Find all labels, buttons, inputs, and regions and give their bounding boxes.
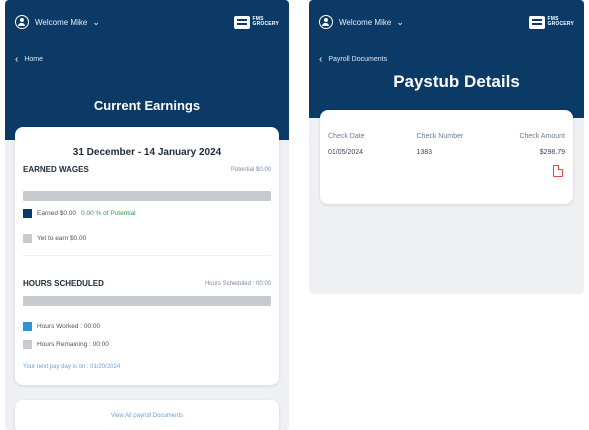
section-divider [23,255,271,256]
legend-earned: Earned $0.00 0.00 % of Potential [23,209,136,218]
column-check-number: Check Number [416,133,464,140]
hours-worked-label: Hours Worked : 00:00 [37,323,101,330]
next-pay-day-text: Your next pay day is on : 01/20/2024 [23,364,121,370]
store-icon [528,15,545,29]
top-bar: Welcome Mike ⌄ FMS GROCERY [319,10,574,34]
check-number-value: 1383 [416,149,433,156]
current-earnings-screen: Welcome Mike ⌄ FMS GROCERY ‹ Home Curren… [5,0,289,430]
welcome-text[interactable]: Welcome Mike [339,18,391,27]
chevron-left-icon[interactable]: ‹ [319,54,322,65]
paystub-card: Check Date Check Number Check Amount 01/… [320,110,573,204]
app-header: Welcome Mike ⌄ FMS GROCERY ‹ Payroll Doc… [309,0,584,118]
column-check-amount: Check Amount [519,133,565,140]
logo-text: FMS GROCERY [253,17,280,27]
app-header: Welcome Mike ⌄ FMS GROCERY ‹ Home Curren… [5,0,289,140]
pdf-file-icon[interactable] [553,165,563,177]
store-icon [233,15,250,29]
yet-to-earn-swatch [23,234,32,243]
legend-hours-remaining: Hours Remaining : 00:00 [23,340,109,349]
page-title: Current Earnings [93,98,201,113]
top-bar: Welcome Mike ⌄ FMS GROCERY [15,10,279,34]
hours-scheduled-title: HOURS SCHEDULED [23,279,104,288]
paystub-details-screen: Welcome Mike ⌄ FMS GROCERY ‹ Payroll Doc… [309,0,584,294]
back-label[interactable]: Payroll Documents [328,56,387,63]
earned-wages-header: EARNED WAGES Potential $0.00 [23,165,271,174]
view-all-payroll-documents-link[interactable]: View All payroll Documents [15,413,279,419]
chevron-left-icon[interactable]: ‹ [15,54,18,65]
back-link-payroll-documents[interactable]: ‹ Payroll Documents [319,54,387,65]
paystub-table-header: Check Date Check Number Check Amount [328,133,565,140]
hours-scheduled-header: HOURS SCHEDULED Hours Scheduled : 00:00 [23,279,271,288]
logo-text-bottom: GROCERY [547,21,574,27]
earned-wages-title: EARNED WAGES [23,165,89,174]
earned-progress-bar [23,191,271,201]
page-title: Paystub Details [393,72,520,91]
fms-grocery-logo: FMS GROCERY [528,15,575,29]
welcome-text[interactable]: Welcome Mike [35,18,87,27]
user-circle-icon[interactable] [15,15,29,29]
fms-grocery-logo: FMS GROCERY [233,15,280,29]
yet-to-earn-label: Yet to earn $0.00 [37,235,87,242]
hours-scheduled-value: Hours Scheduled : 00:00 [204,280,271,287]
legend-hours-worked: Hours Worked : 00:00 [23,322,100,331]
earned-swatch [23,209,32,218]
earnings-card: 31 December - 14 January 2024 EARNED WAG… [15,127,279,385]
chevron-down-icon[interactable]: ⌄ [396,17,404,28]
logo-text: FMS GROCERY [548,17,575,27]
chevron-down-icon[interactable]: ⌄ [92,17,100,28]
earned-percent: 0.00 % of Potential [81,210,136,217]
payroll-documents-card: View All payroll Documents [15,400,279,430]
hours-remaining-swatch [23,340,32,349]
logo-text-bottom: GROCERY [252,21,279,27]
earned-label: Earned $0.00 [37,210,77,217]
hours-progress-bar [23,296,271,306]
check-amount-value: $298.79 [539,149,565,156]
hours-worked-swatch [23,322,32,331]
pay-period: 31 December - 14 January 2024 [72,147,222,158]
table-row[interactable]: 01/05/2024 1383 $298.79 [328,149,565,156]
back-link-home[interactable]: ‹ Home [15,54,43,65]
hours-remaining-label: Hours Remaining : 00:00 [37,341,109,348]
legend-yet-to-earn: Yet to earn $0.00 [23,234,86,243]
column-check-date: Check Date [328,133,365,140]
potential-amount: Potential $0.00 [230,166,271,173]
user-circle-icon[interactable] [319,15,333,29]
back-label[interactable]: Home [24,56,43,63]
screenshot-canvas: Welcome Mike ⌄ FMS GROCERY ‹ Home Curren… [0,0,589,430]
check-date-value: 01/05/2024 [328,149,364,156]
